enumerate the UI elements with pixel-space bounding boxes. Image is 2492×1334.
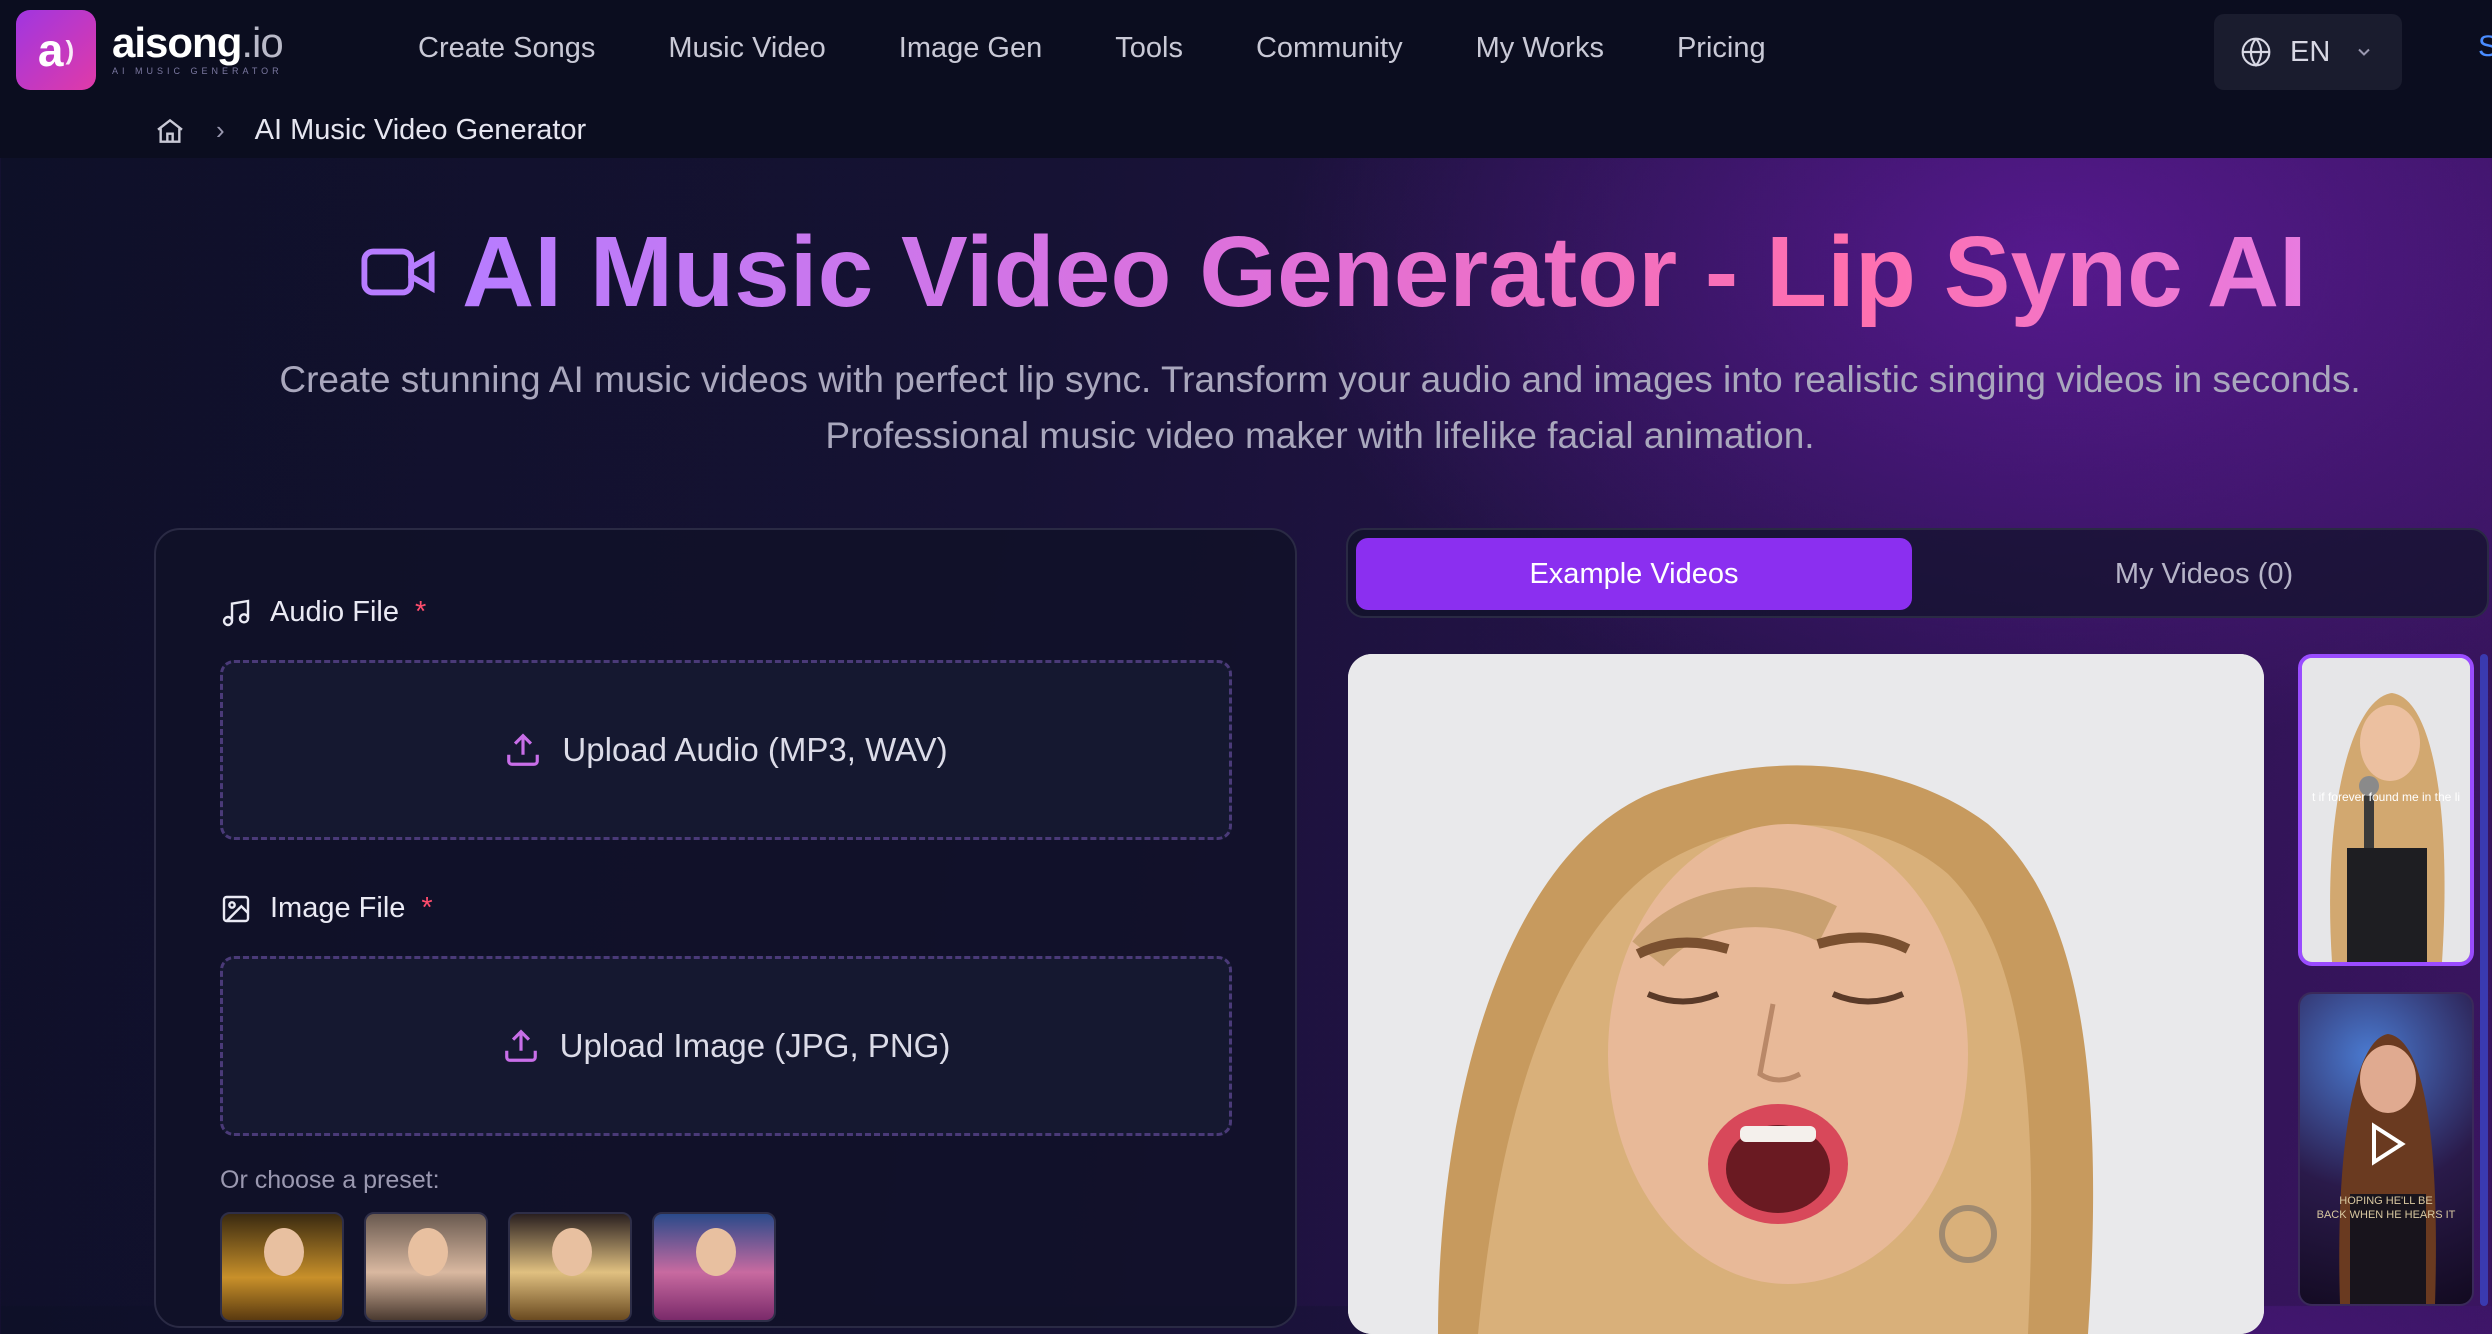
tab-my-videos[interactable]: My Videos (0) <box>1926 538 2482 610</box>
audio-upload-label: Upload Audio (MP3, WAV) <box>562 731 948 768</box>
audio-file-label: Audio File * <box>220 596 426 629</box>
image-upload-label: Upload Image (JPG, PNG) <box>559 1027 951 1064</box>
nav-community[interactable]: Community <box>1256 32 1403 65</box>
logo-letter: a <box>37 24 64 76</box>
thumbnail-caption-line-2: BACK WHEN HE HEARS IT <box>2316 1209 2456 1221</box>
header-edge-button[interactable]: S <box>2478 30 2492 64</box>
example-thumbnail-2[interactable]: HOPING HE'LL BE BACK WHEN HE HEARS IT <box>2298 992 2474 1306</box>
play-icon[interactable] <box>2370 1122 2406 1166</box>
thumbnail-singer-image <box>2302 658 2470 962</box>
brand-name: aisong.io <box>112 19 284 66</box>
brand-name-suffix: .io <box>241 19 283 66</box>
image-file-label: Image File * <box>220 892 433 925</box>
chevron-right-icon: › <box>216 115 225 145</box>
breadcrumb: › AI Music Video Generator <box>154 114 586 147</box>
example-video-player[interactable] <box>1348 654 2264 1334</box>
example-thumbnail-1[interactable]: t if forever found me in the li <box>2298 654 2474 966</box>
required-marker: * <box>414 596 427 628</box>
music-note-icon <box>222 599 250 626</box>
preset-face <box>696 1228 736 1276</box>
sound-waves-icon: ) <box>65 34 75 65</box>
preset-face <box>264 1228 304 1276</box>
language-selector[interactable]: EN <box>2214 14 2402 90</box>
page-title-row: AI Music Video Generator - Lip Sync AI <box>360 212 2307 332</box>
page-title: AI Music Video Generator - Lip Sync AI <box>462 212 2307 332</box>
video-tabs: Example Videos My Videos (0) <box>1346 528 2489 618</box>
subtitle-line-2: Professional music video maker with life… <box>825 415 1815 456</box>
language-code: EN <box>2290 35 2331 68</box>
globe-icon <box>2241 37 2271 67</box>
video-camera-icon <box>361 248 435 296</box>
main-nav: Create Songs Music Video Image Gen Tools… <box>418 32 1839 65</box>
chevron-down-icon <box>2358 48 2371 56</box>
preset-face <box>408 1228 448 1276</box>
nav-tools[interactable]: Tools <box>1115 32 1183 65</box>
image-icon <box>222 895 250 922</box>
breadcrumb-current: AI Music Video Generator <box>254 114 587 146</box>
singer-video-frame <box>1348 654 2264 1334</box>
preset-face <box>552 1228 592 1276</box>
thumbnail-scrollbar[interactable] <box>2480 654 2488 1306</box>
upload-panel: Audio File * Upload Audio (MP3, WAV) Ima… <box>154 528 1297 1328</box>
page-subtitle: Create stunning AI music videos with per… <box>200 352 2440 464</box>
thumbnail-caption: HOPING HE'LL BE BACK WHEN HE HEARS IT <box>2300 1194 2472 1222</box>
nav-my-works[interactable]: My Works <box>1476 32 1604 65</box>
preset-label: Or choose a preset: <box>220 1166 440 1194</box>
image-upload-dropzone[interactable]: Upload Image (JPG, PNG) <box>220 956 1232 1136</box>
upload-icon <box>504 1029 537 1062</box>
logo-icon[interactable]: a) <box>16 10 96 90</box>
nav-image-gen[interactable]: Image Gen <box>899 32 1042 65</box>
audio-upload-dropzone[interactable]: Upload Audio (MP3, WAV) <box>220 660 1232 840</box>
audio-file-label-text: Audio File <box>270 596 399 628</box>
nav-pricing[interactable]: Pricing <box>1677 32 1766 65</box>
brand-tagline: AI MUSIC GENERATOR <box>112 66 283 76</box>
required-marker: * <box>421 892 433 924</box>
brand-name-main: aisong <box>112 19 242 66</box>
image-file-label-text: Image File <box>270 892 406 924</box>
thumbnail-caption: t if forever found me in the li <box>2311 790 2461 804</box>
nav-create-songs[interactable]: Create Songs <box>418 32 595 65</box>
nav-music-video[interactable]: Music Video <box>668 32 825 65</box>
upload-icon <box>507 733 540 766</box>
brand[interactable]: aisong.io AI MUSIC GENERATOR <box>112 19 284 77</box>
thumbnail-caption-line-1: HOPING HE'LL BE <box>2339 1195 2433 1207</box>
home-icon[interactable] <box>154 115 186 147</box>
subtitle-line-1: Create stunning AI music videos with per… <box>279 359 2361 400</box>
tab-example-videos[interactable]: Example Videos <box>1356 538 1912 610</box>
